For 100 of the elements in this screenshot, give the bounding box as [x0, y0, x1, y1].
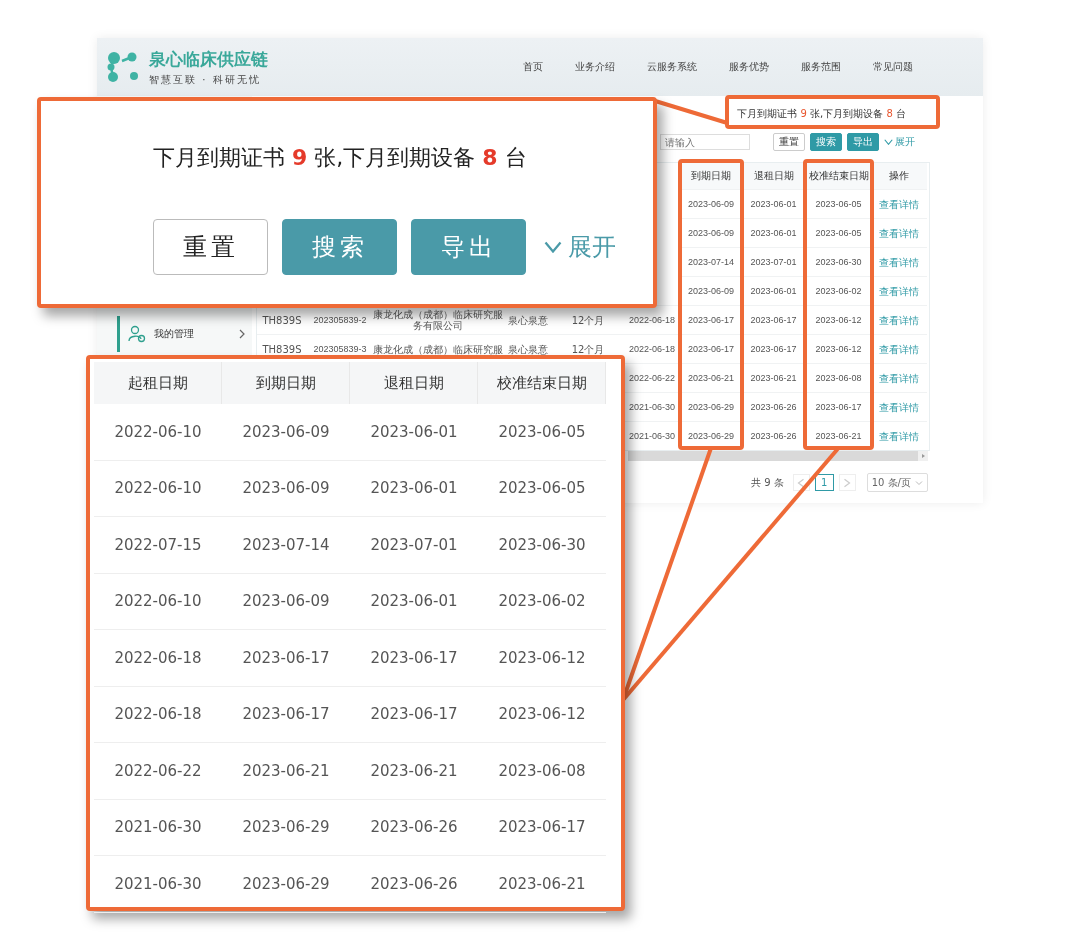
table-cell: 2023-06-21 — [478, 856, 606, 913]
table-cell: 2023-06-26 — [741, 392, 806, 421]
details-link[interactable]: 查看详情 — [871, 218, 927, 247]
table-cell: 2023-06-29 — [222, 799, 350, 856]
table-cell: 2023-06-26 — [350, 799, 478, 856]
horizontal-scrollbar[interactable] — [628, 451, 928, 461]
details-link[interactable]: 查看详情 — [871, 276, 927, 305]
table-cell: 2023-06-01 — [741, 189, 806, 218]
action-button[interactable]: 导出 — [411, 219, 526, 275]
action-button[interactable]: 重置 — [153, 219, 268, 275]
previous-page-button[interactable] — [792, 474, 810, 491]
nav-link[interactable]: 服务优势 — [729, 60, 769, 74]
table-cell: 2023-06-08 — [478, 743, 606, 800]
table-cell: 2022-06-18 — [94, 630, 222, 687]
table-cell: 2023-06-02 — [806, 276, 871, 305]
table-cell: 2022-06-10 — [94, 460, 222, 517]
page-number[interactable]: 1 — [814, 474, 834, 491]
details-link[interactable]: 查看详情 — [871, 392, 927, 421]
table-cell: 2023-06-21 — [681, 363, 741, 392]
table-cell: 2023-06-30 — [806, 247, 871, 276]
action-button[interactable]: 重置 — [773, 133, 805, 151]
table-cell: 2023-06-21 — [806, 421, 871, 450]
column-header: 操作 — [871, 163, 927, 189]
table-cell: 2023-06-09 — [681, 276, 741, 305]
table-cell: 2023-06-29 — [222, 856, 350, 913]
nav-link[interactable]: 业务介绍 — [575, 60, 615, 74]
chevron-left-icon — [797, 477, 806, 488]
table-cell: 2022-06-10 — [94, 573, 222, 630]
chevron-right-icon — [238, 329, 246, 339]
search-field[interactable]: 请输入 — [660, 134, 750, 150]
details-link[interactable]: 查看详情 — [871, 305, 927, 334]
table-cell: 2023-07-14 — [681, 247, 741, 276]
details-link[interactable]: 查看详情 — [871, 247, 927, 276]
table-cell: 2023-06-01 — [350, 404, 478, 461]
table-cell: 2023-06-09 — [681, 218, 741, 247]
table-cell: 2023-06-09 — [681, 189, 741, 218]
table-cell: 2023-07-01 — [741, 247, 806, 276]
table-cell: 2023-06-05 — [806, 189, 871, 218]
sidebar-item[interactable]: 我的管理 — [117, 316, 246, 352]
user-gear-icon — [128, 325, 146, 343]
table-cell: 2023-06-05 — [478, 460, 606, 517]
table-cell: 2023-06-21 — [741, 363, 806, 392]
next-page-button[interactable] — [838, 474, 856, 491]
chevron-down-icon — [544, 241, 562, 253]
table-cell: 2023-06-21 — [222, 743, 350, 800]
table-cell: 2023-06-17 — [222, 630, 350, 687]
table-cell: 2023-06-29 — [681, 421, 741, 450]
table-cell: 2023-06-29 — [681, 392, 741, 421]
table-cell: 2023-06-21 — [350, 743, 478, 800]
page-size-select[interactable]: 10 条/页 — [866, 473, 928, 492]
logo-title: 泉心临床供应链 — [149, 47, 268, 71]
table-cell: 2022-06-10 — [94, 404, 222, 461]
notice-text: 下月到期证书 9 张,下月到期设备 8 台 — [737, 107, 907, 121]
table-cell: 2023-06-05 — [478, 404, 606, 461]
column-header: 到期日期 — [222, 362, 350, 404]
expand-link[interactable]: 展开 — [884, 135, 915, 149]
column-header: 到期日期 — [681, 163, 741, 189]
nav-link[interactable]: 服务范围 — [801, 60, 841, 74]
table-cell: 2023-06-30 — [478, 517, 606, 574]
total-count: 共 9 条 — [751, 475, 784, 490]
table-cell: 2023-06-12 — [806, 334, 871, 363]
action-button[interactable]: 搜索 — [282, 219, 397, 275]
logo-subtitle: 智慧互联 · 科研无忧 — [149, 72, 262, 87]
expand-link[interactable]: 展开 — [544, 231, 616, 263]
table-cell: 2022-06-22 — [94, 743, 222, 800]
table-cell: 2023-06-26 — [741, 421, 806, 450]
table-cell: 2023-07-14 — [222, 517, 350, 574]
table-cell: 2023-06-17 — [741, 305, 806, 334]
nav-link[interactable]: 云服务系统 — [647, 60, 697, 74]
table-cell: 2023-06-17 — [350, 630, 478, 687]
table-cell: 2023-06-17 — [222, 686, 350, 743]
chevron-right-icon — [843, 477, 852, 488]
details-link[interactable]: 查看详情 — [871, 421, 927, 450]
table-cell: 2023-06-01 — [350, 460, 478, 517]
table-cell: 2023-06-09 — [222, 460, 350, 517]
table-cell: 2023-06-02 — [478, 573, 606, 630]
table-cell: 2023-07-01 — [350, 517, 478, 574]
table-cell: 2023-06-01 — [741, 276, 806, 305]
table-cell: 2023-06-17 — [681, 305, 741, 334]
table-cell: 2023-06-01 — [741, 218, 806, 247]
table-cell: 2023-06-09 — [222, 404, 350, 461]
column-header: 校准结束日期 — [478, 362, 606, 404]
details-link[interactable]: 查看详情 — [871, 334, 927, 363]
column-header: 起租日期 — [94, 362, 222, 404]
table-cell: 2023-06-26 — [350, 856, 478, 913]
action-button[interactable]: 导出 — [847, 133, 879, 151]
table-cell: 2023-06-05 — [806, 218, 871, 247]
details-link[interactable]: 查看详情 — [871, 363, 927, 392]
table-cell: 2022-06-18 — [94, 686, 222, 743]
table-cell: 2023-06-12 — [478, 686, 606, 743]
action-button[interactable]: 搜索 — [810, 133, 842, 151]
table-cell: 2023-06-17 — [478, 799, 606, 856]
nav-link[interactable]: 首页 — [523, 60, 543, 74]
nav-link[interactable]: 常见问题 — [873, 60, 913, 74]
column-header: 退租日期 — [350, 362, 478, 404]
column-header: 校准结束日期 — [806, 163, 871, 189]
table-cell: 2023-06-17 — [741, 334, 806, 363]
table-cell: 2023-06-17 — [350, 686, 478, 743]
details-link[interactable]: 查看详情 — [871, 189, 927, 218]
table-cell: 2023-06-12 — [478, 630, 606, 687]
